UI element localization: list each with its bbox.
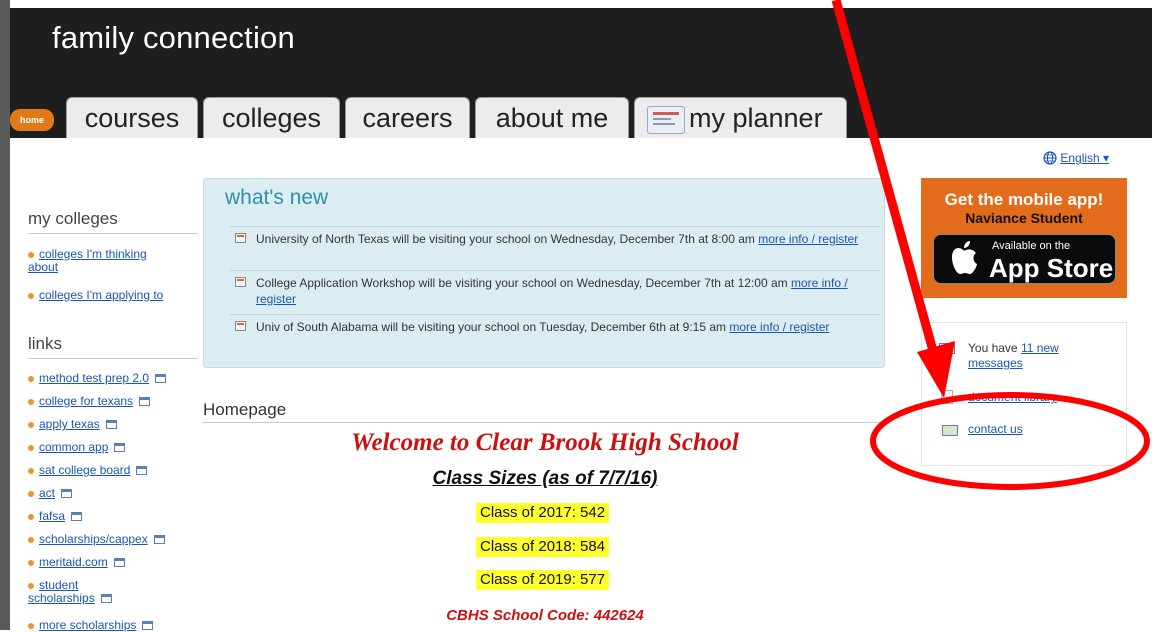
new-window-icon [61, 489, 73, 499]
homepage-title: Homepage [203, 400, 287, 419]
whats-new-item: Univ of South Alabama will be visiting y… [230, 314, 880, 335]
planner-icon [647, 105, 685, 134]
calendar-icon [235, 277, 246, 287]
bullet-icon [28, 375, 34, 382]
contact-envelope-icon [942, 425, 958, 436]
sidebar-link-colleges-thinking[interactable]: colleges I'm thinking about [28, 248, 178, 274]
sidebar-link-scholarships-cappex[interactable]: scholarships/cappex [28, 533, 165, 546]
school-code: CBHS School Code: 442624 [446, 607, 644, 624]
new-window-icon [105, 420, 117, 430]
more-info-register-link[interactable]: more info / register [758, 232, 858, 246]
home-tab[interactable]: home [10, 109, 54, 131]
calendar-icon [235, 233, 246, 243]
new-window-icon [139, 397, 151, 407]
links-heading: links [28, 334, 198, 359]
bullet-icon [28, 622, 34, 629]
apple-icon [952, 241, 977, 274]
sidebar-link-common-app[interactable]: common app [28, 441, 126, 454]
globe-icon [1043, 151, 1057, 165]
new-window-icon [155, 374, 167, 384]
sidebar-link-fafsa[interactable]: fafsa [28, 510, 83, 523]
sidebar-link-apply-texas[interactable]: apply texas [28, 418, 117, 431]
tab-courses[interactable]: courses [66, 97, 198, 138]
sidebar-link-college-for-texans[interactable]: college for texans [28, 395, 151, 408]
new-window-icon [153, 535, 165, 545]
contact-us-link[interactable]: contact us [968, 422, 1023, 436]
welcome-heading: Welcome to Clear Brook High School [351, 429, 739, 456]
bullet-icon [28, 559, 34, 566]
bullet-icon [28, 536, 34, 543]
sidebar-link-more-scholarships[interactable]: more scholarships [28, 619, 154, 632]
app-store-label: App Store [989, 253, 1114, 283]
mobile-app-headline: Get the mobile app! [944, 190, 1104, 209]
tab-careers[interactable]: careers [345, 97, 470, 138]
app-store-small-label: Available on the [992, 240, 1071, 252]
sidebar-link-student-scholarships[interactable]: student scholarships [28, 579, 138, 605]
left-edge-bar [0, 0, 10, 630]
new-window-icon [136, 466, 148, 476]
my-colleges-heading: my colleges [28, 209, 198, 234]
bullet-icon [28, 467, 34, 474]
homepage-divider [203, 422, 885, 423]
class-sizes-heading: Class Sizes (as of 7/7/16) [432, 468, 658, 489]
tab-about-me[interactable]: about me [475, 97, 629, 138]
new-window-icon [100, 594, 112, 604]
tab-colleges[interactable]: colleges [203, 97, 340, 138]
sidebar-link-sat-college-board[interactable]: sat college board [28, 464, 148, 477]
site-title: family connection [52, 20, 295, 55]
sidebar-link-colleges-applying[interactable]: colleges I'm applying to [28, 289, 163, 302]
envelope-icon [939, 343, 955, 354]
document-icon [941, 390, 953, 404]
whats-new-item: College Application Workshop will be vis… [230, 270, 880, 307]
bullet-icon [28, 398, 34, 405]
calendar-icon [235, 321, 246, 331]
bullet-icon [28, 582, 34, 589]
mobile-app-subline: Naviance Student [965, 210, 1083, 226]
tab-my-planner[interactable]: my planner [634, 97, 847, 138]
bullet-icon [28, 513, 34, 520]
language-selector[interactable]: English ▾ [1043, 151, 1109, 165]
new-window-icon [114, 443, 126, 453]
class-size-2018: Class of 2018: 584 [476, 537, 610, 557]
new-window-icon [71, 512, 83, 522]
tab-my-planner-label: my planner [689, 103, 823, 133]
bullet-icon [28, 251, 34, 258]
bullet-icon [28, 444, 34, 451]
new-window-icon [113, 558, 125, 568]
class-size-2019: Class of 2019: 577 [476, 570, 610, 590]
sidebar-link-act[interactable]: act [28, 487, 73, 500]
bullet-icon [28, 421, 34, 428]
sidebar-link-method-test-prep[interactable]: method test prep 2.0 [28, 372, 167, 385]
bullet-icon [28, 490, 34, 497]
sidebar-link-meritaid[interactable]: meritaid.com [28, 556, 125, 569]
more-info-register-link[interactable]: more info / register [729, 320, 829, 334]
new-messages-text: You have 11 new messages [968, 341, 1059, 370]
whats-new-item: University of North Texas will be visiti… [230, 226, 880, 247]
document-library-link[interactable]: document library [968, 390, 1057, 404]
new-window-icon [142, 621, 154, 631]
whats-new-title: what's new [225, 186, 329, 209]
language-label: English ▾ [1060, 151, 1110, 165]
bullet-icon [28, 292, 34, 299]
class-size-2017: Class of 2017: 542 [476, 503, 610, 523]
